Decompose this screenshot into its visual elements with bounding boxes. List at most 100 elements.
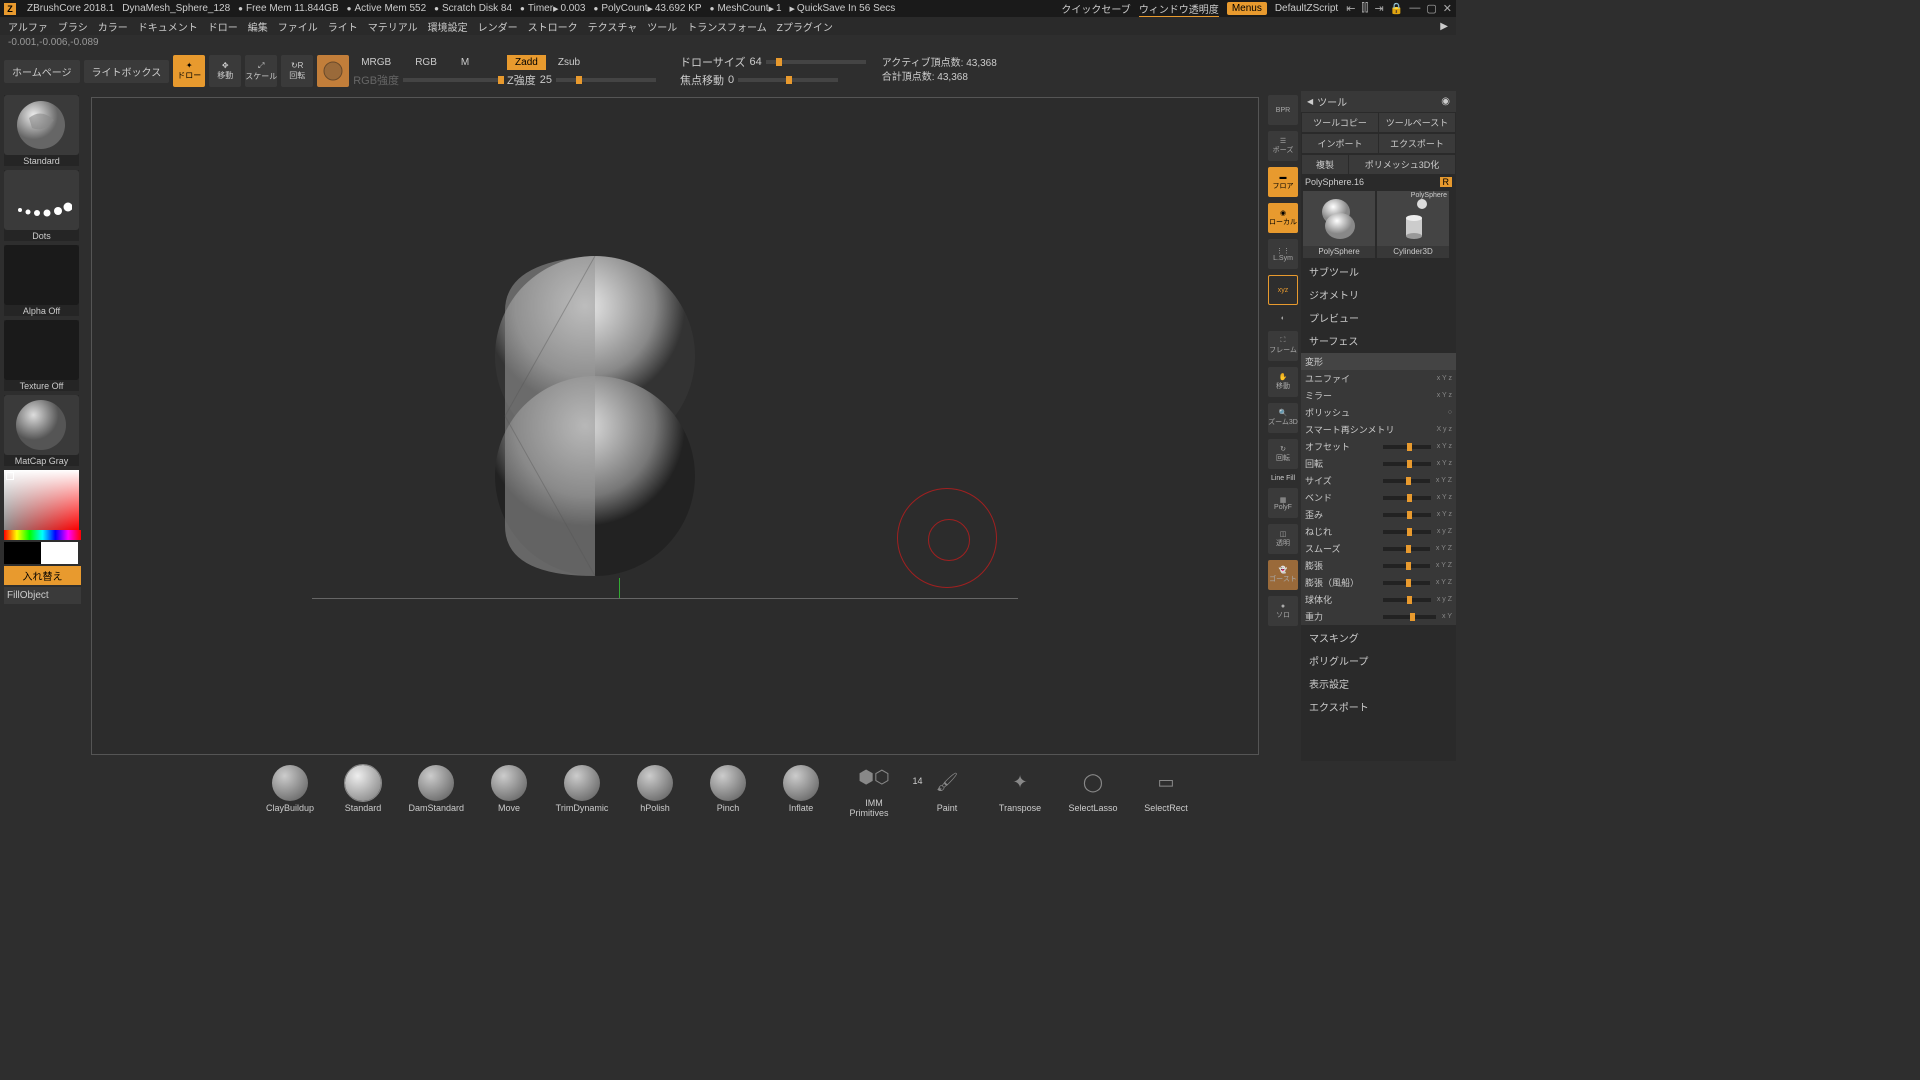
import-button[interactable]: インポート: [1302, 134, 1378, 153]
viewport[interactable]: [91, 97, 1259, 755]
deform-歪み[interactable]: 歪みx Y z: [1301, 506, 1456, 523]
menu-transform[interactable]: トランスフォーム: [687, 19, 767, 34]
stroke-picker[interactable]: Dots: [4, 170, 79, 241]
section-polygroups[interactable]: ポリグループ: [1301, 649, 1456, 672]
deform-サイズ[interactable]: サイズx Y Z: [1301, 472, 1456, 489]
deform-ミラー[interactable]: ミラーx Y z: [1301, 387, 1456, 404]
minimize-icon[interactable]: —: [1409, 2, 1420, 15]
brush-imm primitives[interactable]: ⬢⬡IMM Primitives14: [847, 760, 902, 818]
dock-left-icon[interactable]: ⇤: [1346, 2, 1355, 15]
section-surface[interactable]: サーフェス: [1301, 329, 1456, 352]
menu-material[interactable]: マテリアル: [368, 19, 418, 34]
color-picker[interactable]: [4, 470, 81, 540]
brush-paint[interactable]: 🖌Paint: [920, 765, 975, 813]
dock-right-icon[interactable]: ⇥: [1374, 2, 1383, 15]
bpr-button[interactable]: BPR: [1268, 95, 1298, 125]
ghost-button[interactable]: 👻ゴースト: [1268, 560, 1298, 590]
deformation-header[interactable]: 変形: [1301, 353, 1456, 370]
alpha-picker[interactable]: Alpha Off: [4, 245, 79, 316]
zsub-button[interactable]: Zsub: [550, 55, 588, 70]
menu-draw[interactable]: ドロー: [208, 19, 238, 34]
collapse-right-icon[interactable]: ▶: [1440, 21, 1448, 32]
deform-スマート再シンメトリ[interactable]: スマート再シンメトリX y z: [1301, 421, 1456, 438]
home-button[interactable]: ホームページ: [4, 60, 80, 83]
menu-edit[interactable]: 編集: [248, 19, 268, 34]
duplicate-button[interactable]: 複製: [1302, 155, 1348, 174]
menu-texture[interactable]: テクスチャ: [588, 19, 638, 34]
pose-button[interactable]: ☰ポーズ: [1268, 131, 1298, 161]
draw-size-slider[interactable]: [766, 60, 866, 64]
section-subtool[interactable]: サブツール: [1301, 260, 1456, 283]
menu-light[interactable]: ライト: [328, 19, 358, 34]
deform-ベンド[interactable]: ベンドx Y z: [1301, 489, 1456, 506]
menu-stroke[interactable]: ストローク: [528, 19, 578, 34]
window-transparency[interactable]: ウィンドウ透明度: [1139, 1, 1219, 17]
deform-膨張[interactable]: 膨張x Y Z: [1301, 557, 1456, 574]
scale-mode-button[interactable]: ⤢スケール: [245, 55, 277, 87]
tool-copy-button[interactable]: ツールコピー: [1302, 113, 1378, 132]
material-picker[interactable]: MatCap Gray: [4, 395, 79, 466]
persp-button[interactable]: ◐: [1268, 311, 1298, 325]
section-geometry[interactable]: ジオメトリ: [1301, 283, 1456, 306]
move-mode-button[interactable]: ✥移動: [209, 55, 241, 87]
lsym-button[interactable]: ⋮⋮L.Sym: [1268, 239, 1298, 269]
menu-render[interactable]: レンダー: [478, 19, 518, 34]
section-masking[interactable]: マスキング: [1301, 626, 1456, 649]
tool-thumb-polysphere[interactable]: PolySphere: [1303, 191, 1375, 258]
menu-file[interactable]: ファイル: [278, 19, 318, 34]
deform-回転[interactable]: 回転x Y z: [1301, 455, 1456, 472]
fill-object-button[interactable]: FillObject: [4, 587, 81, 604]
deform-膨張（風船）[interactable]: 膨張（風船）x Y Z: [1301, 574, 1456, 591]
m-button[interactable]: M: [453, 55, 477, 70]
rotate-view-button[interactable]: ↻回転: [1268, 439, 1298, 469]
brush-pinch[interactable]: Pinch: [701, 765, 756, 813]
z-intensity-slider[interactable]: [556, 78, 656, 82]
brush-selectrect[interactable]: ▭SelectRect: [1139, 765, 1194, 813]
brush-claybuildup[interactable]: ClayBuildup: [263, 765, 318, 813]
brush-selectlasso[interactable]: ◯SelectLasso: [1066, 765, 1121, 813]
local-button[interactable]: ◉ローカル: [1268, 203, 1298, 233]
section-export[interactable]: エクスポート: [1301, 695, 1456, 718]
brush-inflate[interactable]: Inflate: [774, 765, 829, 813]
color-swatches[interactable]: [4, 542, 81, 564]
transp-button[interactable]: ◫透明: [1268, 524, 1298, 554]
lock-icon[interactable]: 🔒: [1390, 2, 1404, 15]
brush-damstandard[interactable]: DamStandard: [409, 765, 464, 813]
deform-球体化[interactable]: 球体化x y Z: [1301, 591, 1456, 608]
deform-オフセット[interactable]: オフセットx Y z: [1301, 438, 1456, 455]
brush-hpolish[interactable]: hPolish: [628, 765, 683, 813]
maximize-icon[interactable]: ▢: [1426, 2, 1436, 15]
deform-ポリッシュ[interactable]: ポリッシュ○: [1301, 404, 1456, 421]
xyz-button[interactable]: xyz: [1268, 275, 1298, 305]
menu-document[interactable]: ドキュメント: [138, 19, 198, 34]
close-icon[interactable]: ✕: [1443, 2, 1452, 15]
menus-toggle[interactable]: Menus: [1227, 2, 1267, 15]
brush-standard[interactable]: Standard: [336, 765, 391, 813]
section-preview[interactable]: プレビュー: [1301, 306, 1456, 329]
draw-mode-button[interactable]: ✦ドロー: [173, 55, 205, 87]
solo-button[interactable]: ●ソロ: [1268, 596, 1298, 626]
default-zscript[interactable]: DefaultZScript: [1275, 3, 1338, 14]
brush-picker[interactable]: Standard: [4, 95, 79, 166]
deform-重力[interactable]: 重力x Y: [1301, 608, 1456, 625]
r-button[interactable]: R: [1440, 177, 1453, 187]
brush-transpose[interactable]: ✦Transpose: [993, 765, 1048, 813]
move-view-button[interactable]: ✋移動: [1268, 367, 1298, 397]
rotate-mode-button[interactable]: ↻R回転: [281, 55, 313, 87]
tool-paste-button[interactable]: ツールペースト: [1379, 113, 1455, 132]
rgb-intensity-slider[interactable]: [403, 78, 503, 82]
focal-shift-slider[interactable]: [738, 78, 838, 82]
quicksave-button[interactable]: クイックセーブ: [1061, 1, 1130, 16]
menu-zplugin[interactable]: Zプラグイン: [777, 19, 833, 34]
deform-スムーズ[interactable]: スムーズx Y Z: [1301, 540, 1456, 557]
menu-preferences[interactable]: 環境設定: [428, 19, 468, 34]
texture-picker[interactable]: Texture Off: [4, 320, 79, 391]
menu-alpha[interactable]: アルファ: [8, 19, 48, 34]
polyf-button[interactable]: ▦PolyF: [1268, 488, 1298, 518]
floor-button[interactable]: ▬フロア: [1268, 167, 1298, 197]
zadd-button[interactable]: Zadd: [507, 55, 546, 70]
mrgb-button[interactable]: MRGB: [353, 55, 399, 70]
section-display[interactable]: 表示設定: [1301, 672, 1456, 695]
deform-ユニファイ[interactable]: ユニファイx Y z: [1301, 370, 1456, 387]
material-swatch-icon[interactable]: [317, 55, 349, 87]
